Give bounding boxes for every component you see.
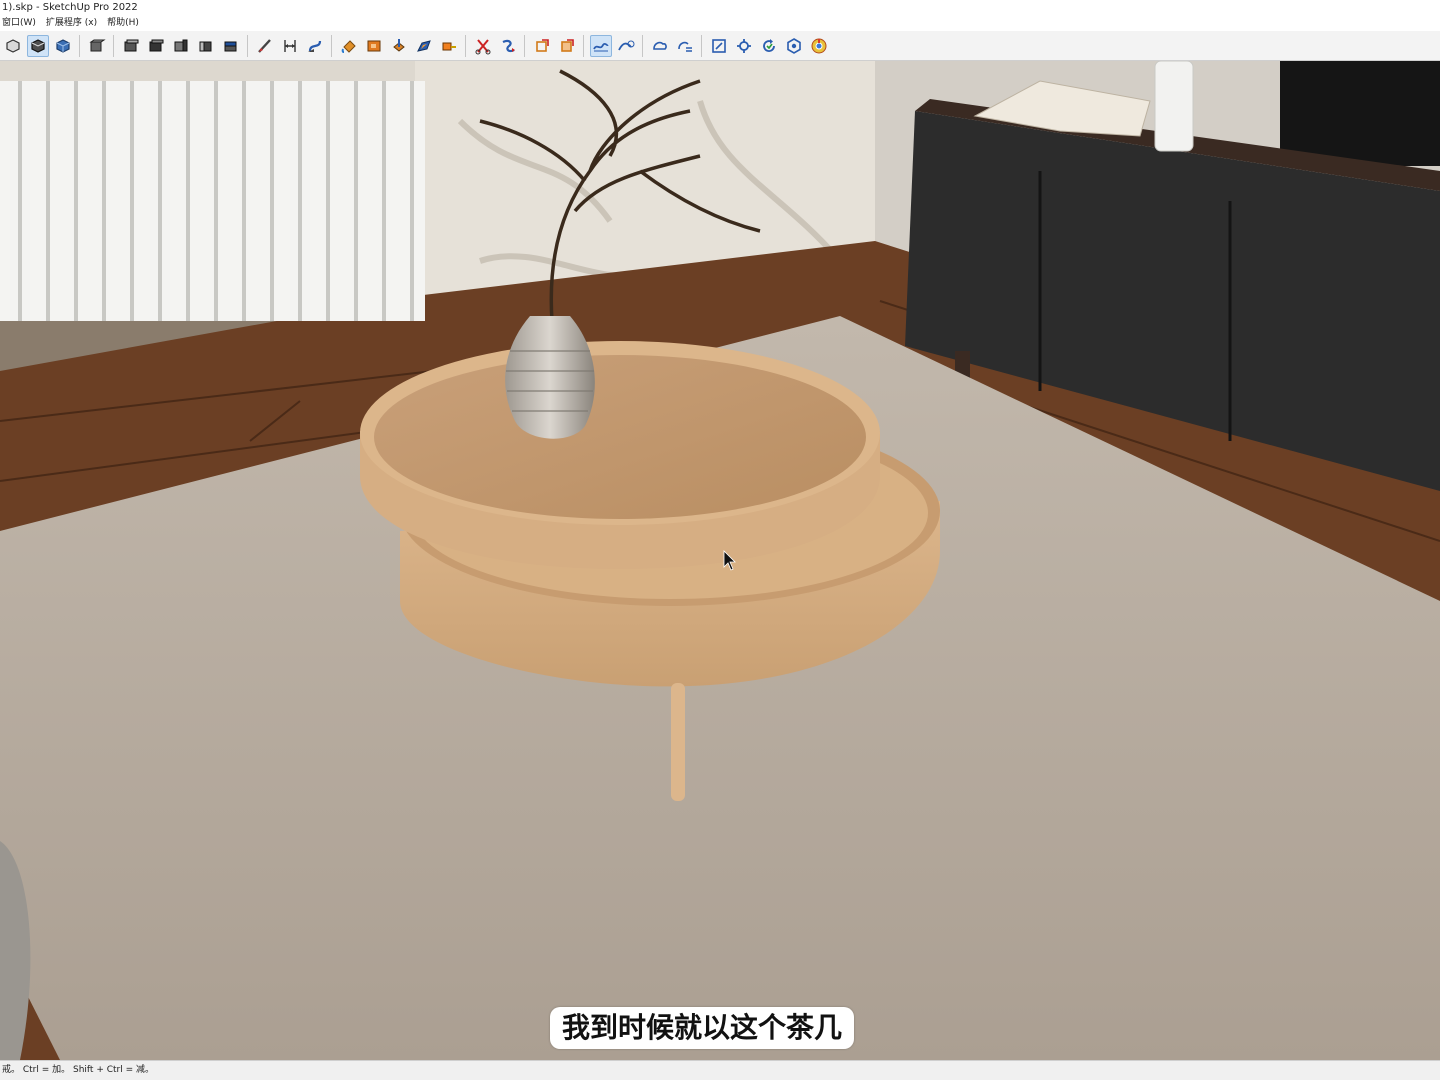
menu-bar: 窗口(W) 扩展程序 (x) 帮助(H) [0,16,1440,31]
line-tool-button[interactable] [254,35,276,57]
extensions-toolbar-group [706,33,831,59]
section-fill-icon [560,38,574,52]
coffee-table-top [360,341,880,569]
textured-style-button[interactable] [52,35,74,57]
section-toolbar-group [529,33,579,59]
toolbar-separator [465,34,466,57]
menu-extensions[interactable]: 扩展程序 (x) [46,16,97,31]
rotate-arrow-button[interactable] [497,35,519,57]
scissors-icon [475,38,490,54]
dimension-tool-button[interactable] [279,35,301,57]
sandbox-stamp-icon [652,41,667,50]
back-view-button[interactable] [195,35,217,57]
sandbox-toolbar-group [588,33,697,59]
top-view-icon [124,39,138,51]
zoom-extents-button[interactable] [708,35,730,57]
section-fill-button[interactable] [556,35,578,57]
menu-help[interactable]: 帮助(H) [107,16,139,31]
scissors-button[interactable] [472,35,494,57]
lamp [1154,61,1194,152]
style-toolbar-group [0,33,75,59]
toolbar-separator [79,34,80,57]
vase [505,316,595,439]
iso-view-icon [88,39,106,51]
menu-window[interactable]: 窗口(W) [2,16,36,31]
status-hint: 戒。 Ctrl = 加。 Shift + Ctrl = 减。 [2,1065,154,1075]
shaded-style-icon [30,38,45,53]
iso-view-button[interactable] [86,35,108,57]
edit-toolbar-group [336,33,461,59]
tv-screen [1280,61,1440,166]
textured-style-icon [55,38,70,53]
main-toolbar [0,31,1440,61]
sandbox-stamp-button[interactable] [649,35,671,57]
follow-me-button[interactable] [304,35,326,57]
toolbar-separator [247,34,248,57]
section-plane-icon [535,38,549,52]
views-toolbar-group [84,33,243,59]
offset-icon [416,39,431,52]
offset-button[interactable] [413,35,435,57]
dimension-tool-icon [283,39,296,52]
rotate-arrow-icon [502,39,515,52]
table-leg [671,683,685,801]
paint-bucket-icon [341,39,356,53]
push-pull-button[interactable] [388,35,410,57]
3d-scene[interactable] [0,61,1440,1060]
monochrome-style-icon [5,38,20,53]
toolbar-separator [642,34,643,57]
sandbox-drape-button[interactable] [674,35,696,57]
sandbox-from-contours-icon [592,42,609,51]
video-subtitle: 我到时候就以这个茶几 [550,1007,855,1049]
sandbox-smoove-icon [617,40,634,50]
model-viewport[interactable] [0,61,1440,1060]
tape-measure-icon [442,42,456,50]
follow-me-icon [307,40,321,52]
chrome-button[interactable] [808,35,830,57]
toolbar-separator [524,34,525,57]
radiator [0,81,425,321]
sandbox-smoove-button[interactable] [615,35,637,57]
material-button[interactable] [363,35,385,57]
front-view-icon [149,39,163,51]
extension-manager-button[interactable] [733,35,755,57]
refresh-button[interactable] [758,35,780,57]
modify-toolbar-group [470,33,520,59]
left-view-button[interactable] [220,35,242,57]
left-view-icon [224,41,236,51]
paint-bucket-button[interactable] [338,35,360,57]
component-icon [786,37,801,54]
tape-measure-button[interactable] [438,35,460,57]
front-view-button[interactable] [145,35,167,57]
line-tool-icon [257,38,271,53]
toolbar-separator [701,34,702,57]
toolbar-separator [583,34,584,57]
back-view-icon [199,41,211,51]
top-view-button[interactable] [120,35,142,57]
toolbar-separator [113,34,114,57]
sandbox-drape-icon [677,41,692,52]
right-view-button[interactable] [170,35,192,57]
toolbar-separator [331,34,332,57]
chrome-icon [811,38,826,53]
material-icon [367,40,380,51]
status-bar: 戒。 Ctrl = 加。 Shift + Ctrl = 减。 [0,1060,1440,1080]
component-button[interactable] [783,35,805,57]
push-pull-icon [392,38,405,52]
sandbox-from-contours-button[interactable] [589,34,612,57]
window-title: 1).skp - SketchUp Pro 2022 [0,0,1440,16]
refresh-icon [762,38,775,52]
zoom-extents-icon [711,38,726,53]
monochrome-style-button[interactable] [2,35,24,57]
section-plane-button[interactable] [531,35,553,57]
drawing-toolbar-group [252,33,327,59]
shaded-style-button[interactable] [26,34,49,57]
right-view-icon [174,39,187,51]
extension-manager-icon [736,38,751,53]
